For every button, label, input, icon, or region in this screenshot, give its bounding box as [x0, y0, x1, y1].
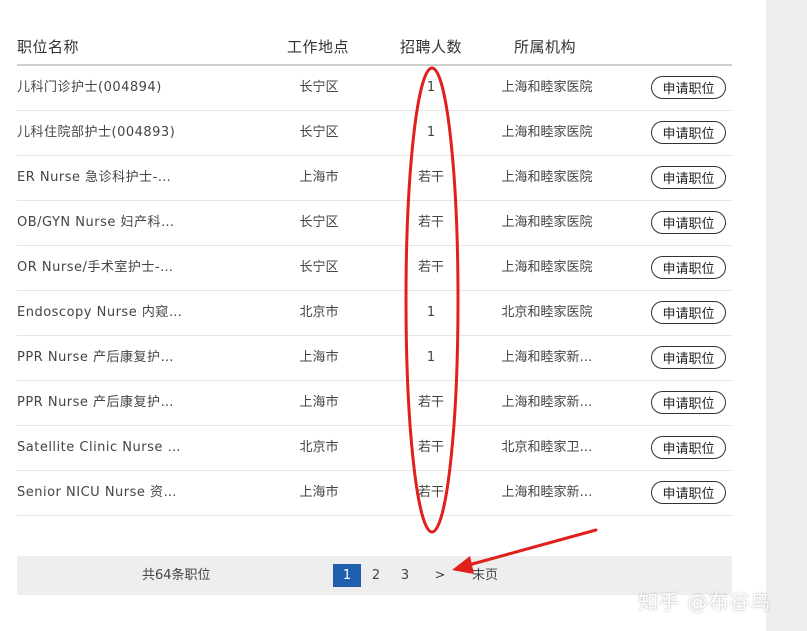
job-title[interactable]: Senior NICU Nurse 资… [17, 471, 195, 515]
apply-button[interactable]: 申请职位 [651, 256, 726, 279]
table-body: 儿科门诊护士(004894) 长宁区 1 上海和睦家医院 申请职位 儿科住院部护士(004… [17, 66, 732, 516]
table-row: 儿科门诊护士(004894) 长宁区 1 上海和睦家医院 申请职位 [17, 66, 732, 111]
table-row: OR Nurse/手术室护士-… 长宁区 若干 上海和睦家医院 申请职位 [17, 246, 732, 291]
apply-button[interactable]: 申请职位 [651, 166, 726, 189]
job-title[interactable]: Endoscopy Nurse 内窥… [17, 291, 195, 335]
last-page-button[interactable]: 末页 [467, 564, 503, 587]
page-2-button[interactable]: 2 [367, 564, 385, 587]
job-table: 职位名称 工作地点 招聘人数 所属机构 儿科门诊护士(004894) 长宁区 1 上海… [17, 22, 732, 516]
header-location: 工作地点 [287, 38, 350, 56]
table-row: 儿科住院部护士(004893) 长宁区 1 上海和睦家医院 申请职位 [17, 111, 732, 156]
job-headcount: 若干 [417, 215, 444, 230]
header-name: 职位名称 [17, 38, 80, 56]
table-row: Senior NICU Nurse 资… 上海市 若干 上海和睦家新… 申请职位 [17, 471, 732, 516]
job-headcount: 若干 [417, 395, 444, 410]
job-title[interactable]: ER Nurse 急诊科护士-… [17, 156, 195, 200]
table-row: OB/GYN Nurse 妇产科… 长宁区 若干 上海和睦家医院 申请职位 [17, 201, 732, 246]
job-headcount: 1 [426, 305, 436, 320]
job-title[interactable]: Satellite Clinic Nurse … [17, 426, 195, 470]
watermark: 知乎 @布谷鸟 [638, 590, 772, 614]
header-org: 所属机构 [514, 38, 577, 56]
job-title[interactable]: OB/GYN Nurse 妇产科… [17, 201, 195, 245]
header-count: 招聘人数 [400, 38, 463, 56]
apply-button[interactable]: 申请职位 [651, 436, 726, 459]
job-location: 长宁区 [299, 215, 339, 230]
job-location: 北京市 [299, 440, 339, 455]
job-title[interactable]: OR Nurse/手术室护士-… [17, 246, 195, 290]
job-location: 长宁区 [299, 80, 339, 95]
job-org: 上海和睦家医院 [501, 170, 593, 185]
job-headcount: 若干 [417, 170, 444, 185]
job-org: 北京和睦家卫… [501, 440, 593, 455]
right-gutter [766, 0, 807, 631]
job-location: 上海市 [299, 350, 339, 365]
job-location: 北京市 [299, 305, 339, 320]
job-title[interactable]: PPR Nurse 产后康复护… [17, 336, 195, 380]
job-title[interactable]: 儿科住院部护士(004893) [17, 111, 195, 155]
apply-button[interactable]: 申请职位 [651, 391, 726, 414]
pagination-bar: 共64条职位 1 2 3 > 末页 [17, 556, 732, 595]
table-row: PPR Nurse 产后康复护… 上海市 若干 上海和睦家新… 申请职位 [17, 381, 732, 426]
job-org: 上海和睦家医院 [501, 215, 593, 230]
job-org: 上海和睦家医院 [501, 125, 593, 140]
job-org: 上海和睦家新… [501, 395, 593, 410]
job-headcount: 若干 [417, 440, 444, 455]
total-count: 共64条职位 [142, 568, 211, 583]
job-headcount: 1 [426, 350, 436, 365]
page-3-button[interactable]: 3 [396, 564, 414, 587]
job-location: 上海市 [299, 395, 339, 410]
apply-button[interactable]: 申请职位 [651, 211, 726, 234]
apply-button[interactable]: 申请职位 [651, 76, 726, 99]
job-headcount: 若干 [417, 485, 444, 500]
job-org: 上海和睦家医院 [501, 260, 593, 275]
job-org: 上海和睦家新… [501, 350, 593, 365]
table-header: 职位名称 工作地点 招聘人数 所属机构 [17, 22, 732, 66]
apply-button[interactable]: 申请职位 [651, 121, 726, 144]
job-location: 长宁区 [299, 125, 339, 140]
job-location: 上海市 [299, 170, 339, 185]
apply-button[interactable]: 申请职位 [651, 301, 726, 324]
page-1-button[interactable]: 1 [333, 564, 361, 587]
table-row: PPR Nurse 产后康复护… 上海市 1 上海和睦家新… 申请职位 [17, 336, 732, 381]
table-row: Satellite Clinic Nurse … 北京市 若干 北京和睦家卫… 申请职位 [17, 426, 732, 471]
apply-button[interactable]: 申请职位 [651, 346, 726, 369]
table-row: Endoscopy Nurse 内窥… 北京市 1 北京和睦家医院 申请职位 [17, 291, 732, 336]
apply-button[interactable]: 申请职位 [651, 481, 726, 504]
job-org: 上海和睦家新… [501, 485, 593, 500]
job-headcount: 1 [426, 125, 436, 140]
job-location: 长宁区 [299, 260, 339, 275]
job-title[interactable]: 儿科门诊护士(004894) [17, 66, 195, 110]
job-title[interactable]: PPR Nurse 产后康复护… [17, 381, 195, 425]
next-page-button[interactable]: > [431, 564, 449, 587]
table-row: ER Nurse 急诊科护士-… 上海市 若干 上海和睦家医院 申请职位 [17, 156, 732, 201]
job-org: 上海和睦家医院 [501, 80, 593, 95]
job-location: 上海市 [299, 485, 339, 500]
job-headcount: 若干 [417, 260, 444, 275]
job-org: 北京和睦家医院 [501, 305, 593, 320]
job-headcount: 1 [426, 80, 436, 95]
